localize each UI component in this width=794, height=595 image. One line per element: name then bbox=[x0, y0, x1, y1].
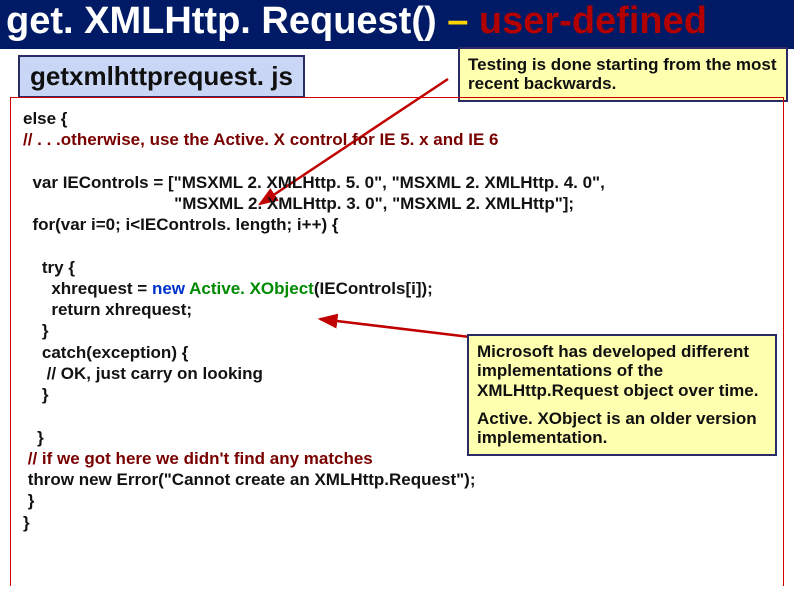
code-comment: // . . .otherwise, use the Active. X con… bbox=[23, 130, 499, 149]
code-line: } bbox=[23, 428, 44, 447]
callout-mid-p2: Active. XObject is an older version impl… bbox=[477, 409, 767, 448]
code-line: } bbox=[23, 513, 30, 532]
callout-top-text: Testing is done starting from the most r… bbox=[468, 55, 777, 94]
code-line: catch(exception) { bbox=[23, 343, 188, 362]
callout-mid-p1: Microsoft has developed different implem… bbox=[477, 342, 767, 401]
code-line: (IEControls[i]); bbox=[314, 279, 433, 298]
title-userdef: user-defined bbox=[479, 0, 707, 42]
code-line: } bbox=[23, 491, 34, 510]
code-line: // OK, just carry on looking bbox=[23, 364, 263, 383]
title-bar: get. XMLHttp. Request() – user-defined bbox=[0, 0, 794, 49]
code-comment: // if we got here we didn't find any mat… bbox=[23, 449, 373, 468]
callout-testing-order: Testing is done starting from the most r… bbox=[458, 47, 788, 102]
code-keyword-new: new bbox=[152, 279, 189, 298]
code-frame: Microsoft has developed different implem… bbox=[10, 97, 784, 586]
code-line: } bbox=[23, 321, 49, 340]
slide-content: getxmlhttprequest. js Testing is done st… bbox=[0, 49, 794, 595]
code-activexobject: Active. XObject bbox=[189, 279, 314, 298]
filename-label: getxmlhttprequest. js bbox=[30, 61, 293, 91]
code-line: else { bbox=[23, 109, 72, 128]
code-block: else { // . . .otherwise, use the Active… bbox=[23, 108, 771, 533]
code-line: "MSXML 2. XMLHttp. 3. 0", "MSXML 2. XMLH… bbox=[23, 194, 574, 213]
code-line: xhrequest = bbox=[23, 279, 152, 298]
spacer bbox=[477, 401, 767, 409]
code-line: try { bbox=[23, 258, 75, 277]
code-line: } bbox=[23, 385, 49, 404]
filename-tab: getxmlhttprequest. js bbox=[18, 55, 305, 98]
code-line: var IEControls = ["MSXML 2. XMLHttp. 5. … bbox=[23, 173, 605, 192]
title-sep: – bbox=[437, 0, 479, 42]
callout-activex: Microsoft has developed different implem… bbox=[467, 334, 777, 456]
code-line: return xhrequest; bbox=[23, 300, 192, 319]
code-line: throw new Error("Cannot create an XMLHtt… bbox=[23, 470, 475, 489]
title-func: get. XMLHttp. Request() bbox=[6, 0, 437, 42]
code-line: for(var i=0; i<IEControls. length; i++) … bbox=[23, 215, 339, 234]
page-title: get. XMLHttp. Request() – user-defined bbox=[6, 0, 707, 42]
